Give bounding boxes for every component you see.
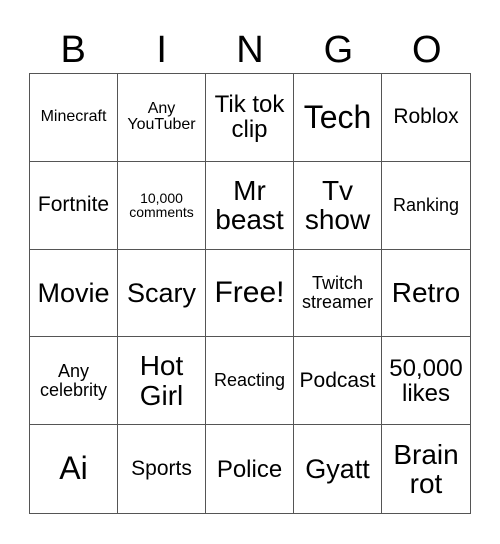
bingo-cell: Twitch streamer — [294, 249, 382, 338]
bingo-cell: Gyatt — [294, 425, 382, 513]
bingo-cell: Any celebrity — [30, 337, 118, 426]
header-letter-g: G — [323, 29, 354, 71]
bingo-cell: Podcast — [294, 337, 382, 426]
bingo-cell: Tech — [294, 74, 382, 162]
bingo-cell: Ai — [30, 425, 118, 513]
bingo-cell: Roblox — [382, 74, 470, 162]
bingo-cell: Ranking — [382, 162, 470, 250]
bingo-cell: Mr beast — [206, 161, 294, 250]
bingo-cell: Reacting — [206, 337, 294, 426]
bingo-cell: Brain rot — [393, 438, 459, 500]
header-letter-i: I — [156, 29, 167, 71]
header-letter-n: N — [236, 29, 264, 71]
bingo-grid: Minecraft Any YouTuber Tik tok clip Tech… — [29, 73, 471, 514]
bingo-header: B I N G O — [29, 28, 471, 72]
bingo-cell: Hot Girl — [118, 337, 206, 426]
bingo-cell: Scary — [118, 249, 206, 338]
bingo-cell: Movie — [30, 249, 118, 338]
header-letter-o: O — [412, 29, 442, 71]
bingo-cell: Retro — [382, 250, 470, 338]
bingo-cell: Fortnite — [30, 161, 118, 250]
bingo-cell: Sports — [118, 425, 206, 513]
bingo-cell: Tik tok clip — [206, 74, 294, 162]
header-letter-b: B — [60, 29, 86, 71]
bingo-cell: Tv show — [294, 161, 382, 250]
free-space-cell: Free! — [206, 249, 294, 338]
bingo-cell: Any YouTuber — [118, 74, 206, 162]
bingo-cell: 50,000 likes — [382, 337, 470, 426]
bingo-cell: Police — [206, 425, 294, 513]
bingo-cell: 10,000 comments — [118, 161, 206, 250]
bingo-cell: Minecraft — [30, 74, 118, 162]
